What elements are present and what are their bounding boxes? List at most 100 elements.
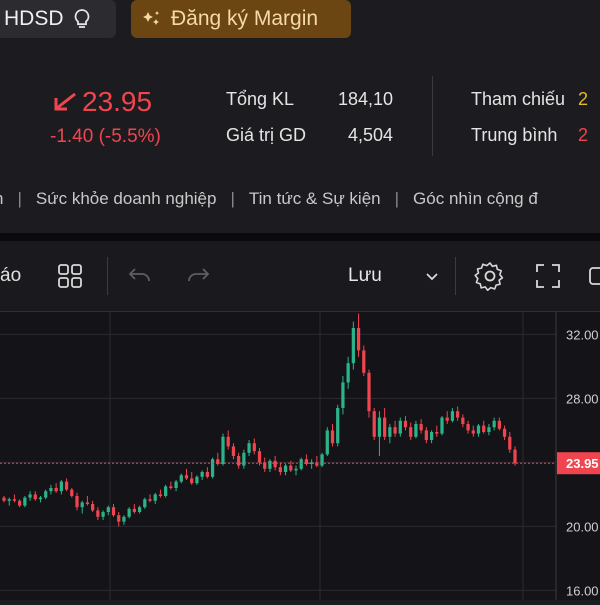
hdsd-label: HDSD [4,7,64,30]
candle-body [440,417,444,434]
undo-icon [128,268,150,282]
candle-body [12,499,17,501]
y-tick-label: 20.00 [566,519,599,534]
candle-body [179,475,183,482]
candle-body [33,494,37,500]
candle-body [268,460,272,469]
candle-body [247,443,251,453]
candle-body [346,363,350,383]
candle-body [471,430,475,434]
current-price-label: 23.95 [566,456,599,471]
settings-button[interactable] [474,241,506,311]
candle-body [508,436,512,450]
candle-body [101,512,105,517]
candle-body [190,478,194,484]
section-divider [0,233,600,241]
total-volume-value: 184,10 [337,89,393,109]
candle-body [169,486,173,488]
divider [432,76,433,156]
margin-register-button[interactable]: Đăng ký Margin [131,0,351,38]
candlestick-chart: 32.0028.0024.0020.0016.0023.95 [0,312,600,600]
candle-body [435,432,439,434]
candle-body [221,436,225,464]
sparkle-icon [143,11,160,25]
candle-body [393,427,397,434]
candle-body [419,424,423,431]
candle-body [403,420,408,428]
toolbar-divider [107,257,108,295]
candle-body [466,424,470,431]
candle-body [49,488,53,492]
candle-body [367,372,371,412]
candle-body [7,499,11,501]
candle-body [184,475,189,479]
candle-body [122,516,126,522]
nav-item-news-events[interactable]: Tin tức & Sự kiện [249,189,381,209]
candle-body [195,476,199,484]
candle-body [23,497,27,506]
trade-value-label: Giá trị GD [226,125,307,145]
nav-item-community[interactable]: Góc nhìn cộng đ [413,189,538,209]
save-button[interactable]: Lưu [348,241,382,311]
candle-body [294,468,298,471]
y-tick-label: 16.00 [566,583,599,598]
candle-body [429,432,434,440]
candle-body [85,502,90,504]
candle-body [502,428,507,437]
candle-body [2,497,6,501]
candle-body [44,491,48,498]
candle-body [174,481,178,488]
layout-button[interactable] [57,241,83,311]
toolbar-divider [455,257,456,295]
hdsd-button[interactable]: HDSD [0,0,116,38]
screenshot-button[interactable] [588,241,600,311]
nav-separator: | [394,189,400,208]
candle-body [320,454,324,466]
candle-body [237,456,241,466]
candle-body [257,451,262,463]
nav-item-company-health[interactable]: Sức khỏe doanh nghiệp [36,189,217,209]
candle-body [351,328,355,364]
candle-body [325,430,329,455]
camera-icon [589,267,600,285]
candle-body [476,425,481,434]
average-value: 2 [578,125,589,145]
nav-item-overview[interactable]: n [0,189,3,209]
candle-body [226,436,230,447]
candle-body [341,382,345,408]
gear-icon [474,262,504,291]
price-block: 23.95 [50,86,152,118]
chevron-down-icon [426,273,438,281]
redo-button[interactable] [185,241,211,311]
candle-body [143,499,147,508]
candle-body [64,481,69,490]
save-dropdown[interactable] [424,241,440,311]
candle-body [497,420,501,429]
candle-body [388,427,392,437]
candle-body [445,417,449,421]
candle-body [398,420,402,434]
candle-body [461,417,465,424]
candle-body [153,494,157,501]
reference-value: 2 [578,89,589,109]
candle-body [372,411,376,437]
candle-body [28,494,32,498]
price-chart[interactable]: 32.0028.0024.0020.0016.0023.95 [0,312,600,600]
candle-body [231,446,236,456]
candle-body [336,408,340,444]
price-change: -1.40 (-5.5%) [50,126,161,147]
candle-body [356,328,361,351]
candle-body [492,420,496,428]
indicator-menu[interactable]: áo [0,241,21,311]
candle-body [377,417,382,437]
candle-body [158,494,163,496]
candle-body [38,497,43,500]
y-tick-label: 32.00 [566,327,599,342]
candle-body [456,411,460,418]
fullscreen-button[interactable] [535,241,561,311]
candle-body [487,427,491,432]
undo-button[interactable] [127,241,153,311]
candle-body [383,417,387,437]
candle-body [148,499,152,501]
candle-body [409,427,413,437]
